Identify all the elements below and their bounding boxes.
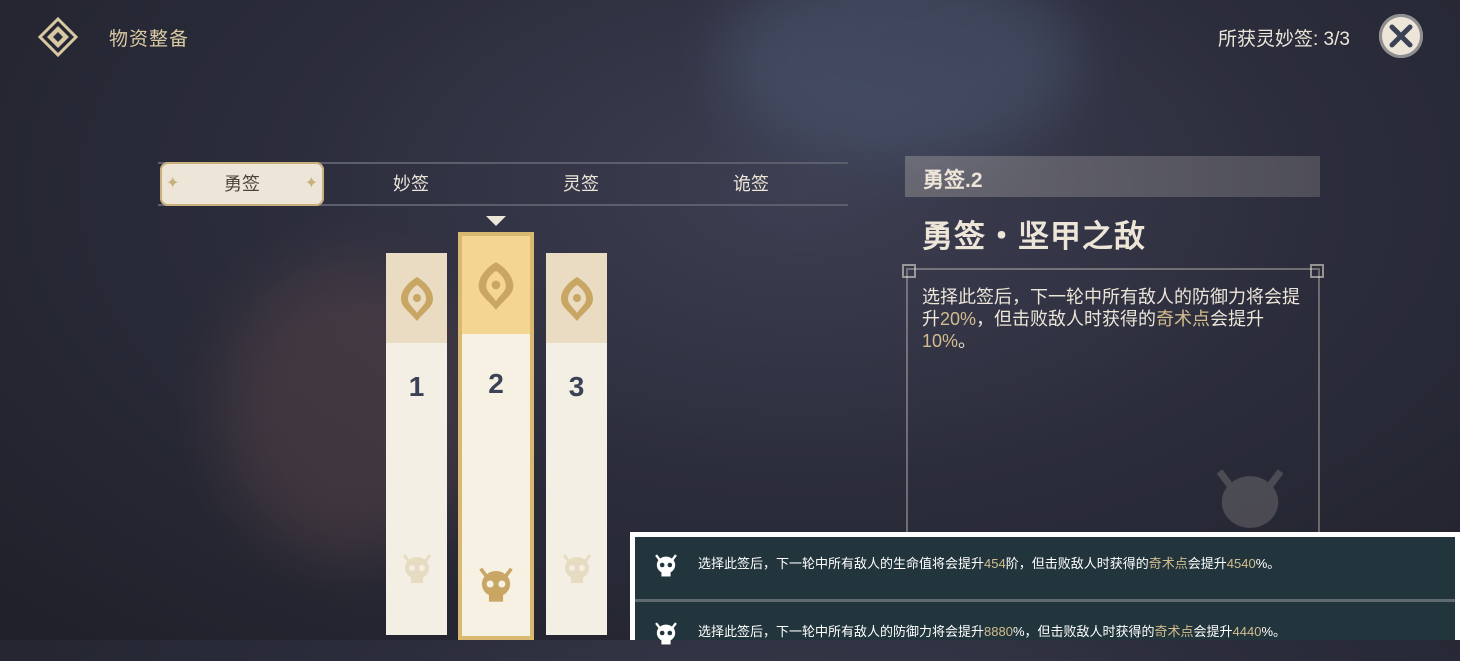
row-value: 4440 bbox=[1232, 624, 1262, 639]
desc-text: 。 bbox=[958, 331, 977, 351]
card-2[interactable]: 2 bbox=[458, 232, 534, 640]
desc-text: 会提升 bbox=[1210, 309, 1265, 329]
skull-icon bbox=[655, 622, 677, 645]
card-number: 1 bbox=[408, 371, 425, 402]
emblem-icon bbox=[560, 277, 593, 321]
row-value: 4540 bbox=[1226, 556, 1256, 571]
tab-spirit[interactable]: 灵签 bbox=[496, 164, 666, 204]
tab-wonder[interactable]: 妙签 bbox=[326, 164, 496, 204]
selection-pointer bbox=[486, 216, 506, 226]
skull-icon bbox=[1216, 469, 1284, 528]
tab-label: 诡签 bbox=[733, 174, 769, 194]
sparkle-icon: ✦ bbox=[166, 175, 180, 192]
desc-keyword: 奇术点 bbox=[1156, 309, 1211, 329]
frame-corner bbox=[1310, 264, 1324, 278]
emblem-icon bbox=[37, 16, 79, 58]
collected-counter: 所获灵妙签: 3/3 bbox=[1218, 29, 1350, 50]
row-text: 选择此签后，下一轮中所有敌人的防御力将会提升 bbox=[698, 624, 985, 639]
effect-tooltip: 选择此签后，下一轮中所有敌人的生命值将会提升454阶，但击败敌人时获得的奇术点会… bbox=[630, 532, 1460, 645]
list-item: 选择此签后，下一轮中所有敌人的生命值将会提升454阶，但击败敌人时获得的奇术点会… bbox=[635, 537, 1455, 593]
detail-level-bar: 勇签.2 bbox=[905, 156, 1320, 197]
close-button[interactable] bbox=[1379, 14, 1423, 58]
tab-brave[interactable]: ✦ 勇签 ✦ bbox=[160, 162, 324, 206]
row-text: 会提升 bbox=[1193, 624, 1233, 639]
category-tabs: ✦ 勇签 ✦ 妙签 灵签 诡签 bbox=[158, 162, 848, 206]
emblem-icon bbox=[478, 262, 514, 310]
list-item: 选择此签后，下一轮中所有敌人的防御力将会提升8880%，但击败敌人时获得的奇术点… bbox=[635, 605, 1455, 661]
row-value: 454 bbox=[984, 556, 1006, 571]
skull-icon bbox=[655, 554, 677, 577]
emblem-icon bbox=[400, 277, 433, 321]
card-number: 3 bbox=[568, 371, 585, 402]
row-value: 8880 bbox=[984, 624, 1013, 639]
effect-text: 选择此签后，下一轮中所有敌人的生命值将会提升454阶，但击败敌人时获得的奇术点会… bbox=[698, 553, 1280, 572]
detail-description: 选择此签后，下一轮中所有敌人的防御力将会提升20%，但击败敌人时获得的奇术点会提… bbox=[922, 286, 1314, 352]
detail-name: 勇签・坚甲之敌 bbox=[922, 219, 1146, 254]
row-keyword: 奇术点 bbox=[1148, 556, 1188, 571]
close-icon bbox=[1389, 24, 1413, 48]
tab-label: 妙签 bbox=[393, 174, 429, 194]
card-3[interactable]: 3 bbox=[546, 253, 607, 635]
effect-tooltip-body: 选择此签后，下一轮中所有敌人的生命值将会提升454阶，但击败敌人时获得的奇术点会… bbox=[635, 537, 1455, 645]
sparkle-icon: ✦ bbox=[304, 175, 318, 192]
row-text: 会提升 bbox=[1187, 556, 1227, 571]
row-text: 选择此签后，下一轮中所有敌人的生命值将会提升 bbox=[698, 556, 985, 571]
row-keyword: 奇术点 bbox=[1154, 624, 1194, 639]
skull-icon bbox=[402, 554, 431, 583]
skull-icon bbox=[562, 554, 591, 583]
divider bbox=[635, 599, 1455, 602]
card-1[interactable]: 1 bbox=[386, 253, 447, 635]
background-glow bbox=[720, 0, 1080, 160]
frame-corner bbox=[902, 264, 916, 278]
desc-value: 20% bbox=[940, 309, 977, 329]
row-text: 阶，但击败敌人时获得的 bbox=[1005, 556, 1149, 571]
desc-value: 10% bbox=[922, 331, 959, 351]
tab-label: 灵签 bbox=[563, 174, 599, 194]
page-title: 物资整备 bbox=[109, 29, 190, 50]
row-text: %。 bbox=[1255, 556, 1281, 571]
skull-icon bbox=[479, 567, 513, 602]
tab-trick[interactable]: 诡签 bbox=[666, 164, 836, 204]
row-text: %。 bbox=[1261, 624, 1287, 639]
detail-level-label: 勇签.2 bbox=[923, 169, 983, 192]
tab-label: 勇签 bbox=[224, 174, 260, 194]
card-number: 2 bbox=[488, 368, 504, 399]
desc-text: ，但击败敌人时获得的 bbox=[976, 309, 1157, 329]
row-text: %，但击败敌人时获得的 bbox=[1012, 624, 1155, 639]
effect-text: 选择此签后，下一轮中所有敌人的防御力将会提升8880%，但击败敌人时获得的奇术点… bbox=[698, 621, 1286, 640]
